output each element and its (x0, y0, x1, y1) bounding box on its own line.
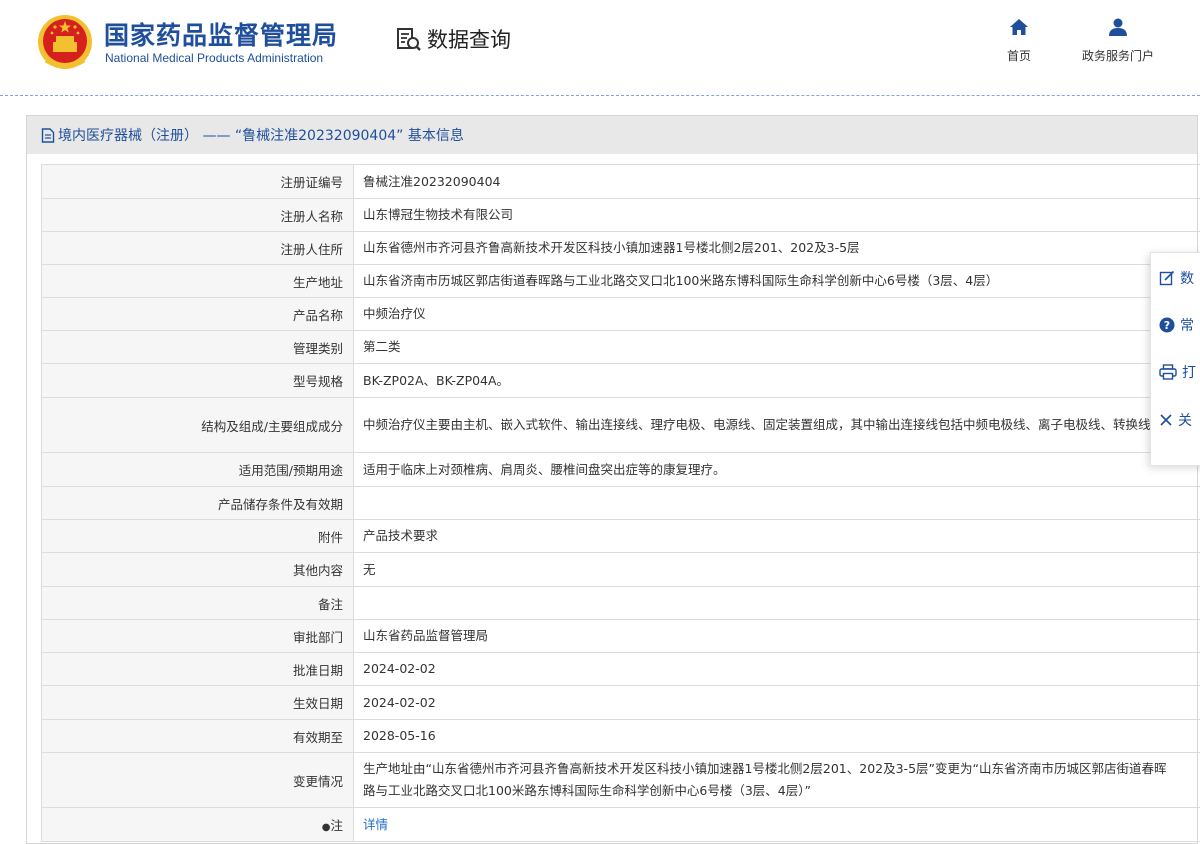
nav-service-label: 政务服务门户 (1081, 49, 1154, 63)
row-key: 附件 (41, 519, 354, 553)
row-key: 管理类别 (41, 330, 354, 364)
row-key: 注册人名称 (41, 198, 354, 232)
table-row: 注册证编号 鲁械注准20232090404 (41, 164, 1200, 199)
edit-icon (1159, 270, 1175, 286)
row-value: 无 (353, 552, 1200, 587)
row-key-note: ●注 (41, 807, 354, 842)
panel-title-bar: 境内医疗器械（注册） —— “鲁械注准20232090404” 基本信息 (27, 116, 1197, 154)
toolbar-feedback-label: 数 (1180, 271, 1194, 287)
row-value: 鲁械注准20232090404 (353, 164, 1200, 199)
table-row: 注册人住所 山东省德州市齐河县齐鲁高新技术开发区科技小镇加速器1号楼北侧2层20… (41, 231, 1200, 265)
info-table: 注册证编号 鲁械注准20232090404 注册人名称 山东博冠生物技术有限公司… (41, 164, 1200, 842)
row-key: 注册人住所 (41, 231, 354, 265)
row-value: 详情 (353, 807, 1200, 842)
data-query-label: 数据查询 (427, 28, 511, 52)
floating-toolbar: 数 ? 常 打 关 (1150, 252, 1200, 466)
table-row: 有效期至 2028-05-16 (41, 719, 1200, 753)
row-value: BK-ZP02A、BK-ZP04A。 (353, 363, 1200, 398)
table-row: 审批部门 山东省药品监督管理局 (41, 619, 1200, 653)
table-row: ●注 详情 (41, 807, 1200, 842)
data-query-link[interactable]: 数据查询 (395, 24, 511, 54)
row-key: 有效期至 (41, 719, 354, 753)
row-value: 山东博冠生物技术有限公司 (353, 198, 1200, 232)
row-key: 产品名称 (41, 297, 354, 331)
table-row: 结构及组成/主要组成成分 中频治疗仪主要由主机、嵌入式软件、输出连接线、理疗电极… (41, 397, 1200, 453)
row-key: 其他内容 (41, 552, 354, 587)
home-icon (1010, 19, 1028, 35)
toolbar-close-label: 关 (1178, 413, 1192, 429)
row-value: 山东省济南市历城区郭店街道春晖路与工业北路交叉口北100米路东博科国际生命科学创… (353, 264, 1200, 298)
table-row: 生产地址 山东省济南市历城区郭店街道春晖路与工业北路交叉口北100米路东博科国际… (41, 264, 1200, 298)
user-icon (1109, 18, 1127, 36)
nav-service-portal[interactable]: 政务服务门户 (1066, 18, 1170, 64)
row-key: 审批部门 (41, 619, 354, 653)
row-key: 变更情况 (41, 752, 354, 808)
table-row: 适用范围/预期用途 适用于临床上对颈椎病、肩周炎、腰椎间盘突出症等的康复理疗。 (41, 452, 1200, 487)
table-row: 产品名称 中频治疗仪 (41, 297, 1200, 331)
details-link[interactable]: 详情 (363, 817, 388, 832)
row-value: 适用于临床上对颈椎病、肩周炎、腰椎间盘突出症等的康复理疗。 (353, 452, 1200, 487)
row-value: 生产地址由“山东省德州市齐河县齐鲁高新技术开发区科技小镇加速器1号楼北侧2层20… (353, 752, 1200, 808)
table-row: 型号规格 BK-ZP02A、BK-ZP04A。 (41, 363, 1200, 398)
row-value (353, 586, 1200, 620)
site-subtitle: National Medical Products Administration (105, 51, 324, 65)
toolbar-faq-label: 常 (1180, 318, 1194, 334)
row-key: 批准日期 (41, 652, 354, 686)
row-value: 第二类 (353, 330, 1200, 364)
row-value (353, 486, 1200, 520)
row-key: 适用范围/预期用途 (41, 452, 354, 487)
row-value: 产品技术要求 (353, 519, 1200, 553)
toolbar-print[interactable]: 打 (1159, 360, 1196, 384)
table-row: 产品储存条件及有效期 (41, 486, 1200, 520)
close-icon (1160, 414, 1172, 426)
nav-home-label: 首页 (1006, 49, 1031, 63)
row-key: 产品储存条件及有效期 (41, 486, 354, 520)
row-value: 山东省药品监督管理局 (353, 619, 1200, 653)
row-key: 生效日期 (41, 685, 354, 720)
row-value: 2024-02-02 (353, 652, 1200, 686)
site-title: 国家药品监督管理局 (104, 21, 339, 50)
help-icon: ? (1159, 317, 1175, 333)
row-value: 中频治疗仪 (353, 297, 1200, 331)
row-value: 2024-02-02 (353, 685, 1200, 720)
toolbar-close[interactable]: 关 (1159, 408, 1192, 432)
national-emblem-icon (38, 15, 92, 69)
header-divider (0, 95, 1200, 96)
site-header: 国家药品监督管理局 National Medical Products Admi… (0, 0, 1200, 96)
table-row: 附件 产品技术要求 (41, 519, 1200, 553)
row-value: 山东省德州市齐河县齐鲁高新技术开发区科技小镇加速器1号楼北侧2层201、202及… (353, 231, 1200, 265)
toolbar-print-label: 打 (1182, 365, 1196, 381)
row-key: 结构及组成/主要组成成分 (41, 397, 354, 453)
row-key: 备注 (41, 586, 354, 620)
table-row: 生效日期 2024-02-02 (41, 685, 1200, 720)
row-value: 2028-05-16 (353, 719, 1200, 753)
svg-text:?: ? (1164, 319, 1170, 332)
table-row: 批准日期 2024-02-02 (41, 652, 1200, 686)
panel-title: 境内医疗器械（注册） —— “鲁械注准20232090404” 基本信息 (58, 128, 464, 144)
detail-panel: 境内医疗器械（注册） —— “鲁械注准20232090404” 基本信息 注册证… (26, 115, 1200, 844)
row-key: 生产地址 (41, 264, 354, 298)
row-key: 注册证编号 (41, 164, 354, 199)
table-row: 注册人名称 山东博冠生物技术有限公司 (41, 198, 1200, 232)
table-row: 管理类别 第二类 (41, 330, 1200, 364)
print-icon (1159, 364, 1177, 380)
nav-home[interactable]: 首页 (995, 18, 1043, 64)
toolbar-feedback[interactable]: 数 (1159, 266, 1194, 290)
row-value: 中频治疗仪主要由主机、嵌入式软件、输出连接线、理疗电极、电源线、固定装置组成，其… (353, 397, 1200, 453)
table-row: 其他内容 无 (41, 552, 1200, 587)
note-key-label: 注 (330, 818, 343, 833)
toolbar-faq[interactable]: ? 常 (1159, 313, 1194, 337)
table-row: 备注 (41, 586, 1200, 620)
document-icon (41, 127, 55, 143)
row-key: 型号规格 (41, 363, 354, 398)
table-row: 变更情况 生产地址由“山东省德州市齐河县齐鲁高新技术开发区科技小镇加速器1号楼北… (41, 752, 1200, 808)
search-list-icon (397, 28, 421, 51)
